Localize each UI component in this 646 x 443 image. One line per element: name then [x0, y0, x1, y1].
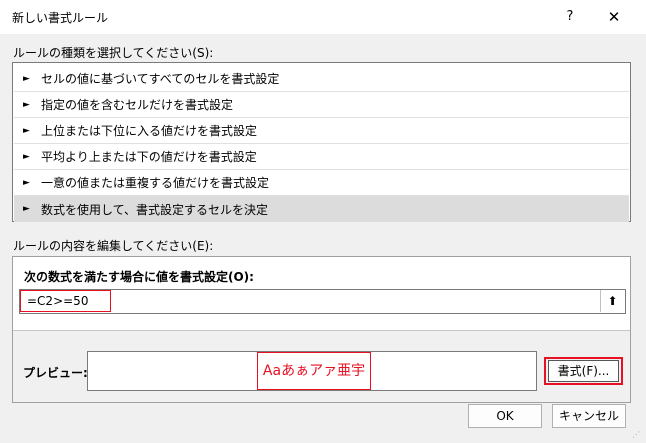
dialog-title: 新しい書式ルール	[12, 11, 109, 25]
rule-edit-label: ルールの内容を編集してください(E):	[13, 239, 214, 253]
rule-type-item[interactable]: ► セルの値に基づいてすべてのセルを書式設定	[14, 66, 629, 92]
rule-type-item-label: 平均より上または下の値だけを書式設定	[41, 150, 257, 164]
format-button[interactable]: 書式(F)...	[548, 360, 619, 382]
collapse-dialog-icon[interactable]: ⬆	[600, 290, 624, 312]
resize-grip-icon[interactable]: ⋰	[632, 430, 642, 440]
condition-label: 次の数式を満たす場合に値を書式設定(O):	[24, 270, 254, 284]
rule-type-item-selected[interactable]: ► 数式を使用して、書式設定するセルを決定	[14, 196, 629, 222]
bullet-icon: ►	[23, 73, 30, 84]
rule-type-item-label: セルの値に基づいてすべてのセルを書式設定	[41, 72, 280, 86]
formula-highlight	[20, 290, 111, 312]
preview-label: プレビュー:	[23, 366, 88, 380]
bullet-icon: ►	[23, 99, 30, 110]
ok-button[interactable]: OK	[468, 404, 542, 428]
divider	[13, 330, 630, 331]
preview-sample: Aaあぁアァ亜宇	[257, 352, 371, 390]
bullet-icon: ►	[23, 177, 30, 188]
rule-type-item-label: 指定の値を含むセルだけを書式設定	[41, 98, 234, 112]
rule-type-item[interactable]: ► 平均より上または下の値だけを書式設定	[14, 144, 629, 170]
bullet-icon: ►	[23, 125, 30, 136]
rule-type-item-label: 一意の値または重複する値だけを書式設定	[41, 176, 270, 190]
rule-type-label: ルールの種類を選択してください(S):	[13, 46, 214, 60]
rule-type-item[interactable]: ► 一意の値または重複する値だけを書式設定	[14, 170, 629, 196]
rule-type-item[interactable]: ► 指定の値を含むセルだけを書式設定	[14, 92, 629, 118]
rule-type-item[interactable]: ► 上位または下位に入る値だけを書式設定	[14, 118, 629, 144]
bullet-icon: ►	[23, 204, 30, 214]
help-button[interactable]: ?	[556, 6, 584, 28]
rule-type-item-label: 数式を使用して、書式設定するセルを決定	[41, 202, 269, 217]
rule-type-list[interactable]: ► セルの値に基づいてすべてのセルを書式設定 ► 指定の値を含むセルだけを書式設…	[12, 62, 631, 222]
rule-type-item-label: 上位または下位に入る値だけを書式設定	[41, 124, 258, 138]
cancel-button[interactable]: キャンセル	[552, 404, 626, 428]
bullet-icon: ►	[23, 151, 30, 162]
close-button[interactable]: ✕	[600, 6, 628, 28]
